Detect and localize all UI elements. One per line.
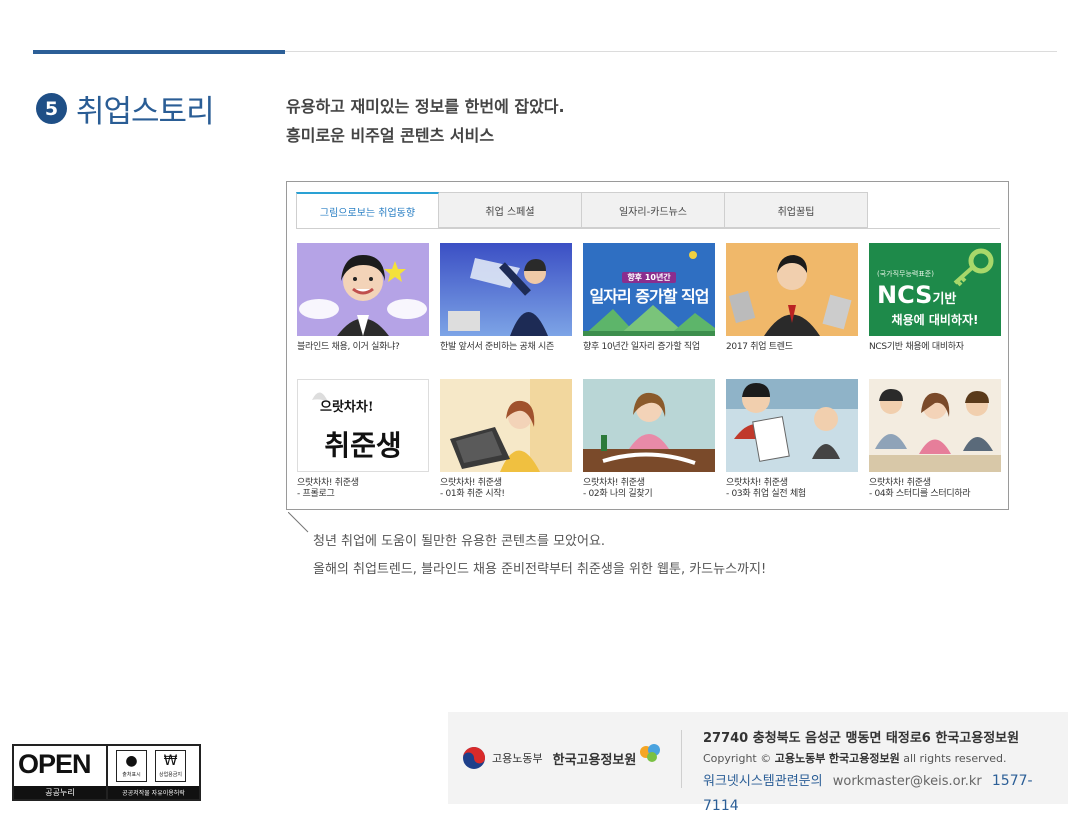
description-text: 청년 취업에 도움이 될만한 유용한 콘텐츠를 모았어요. 올해의 취업트렌드,… — [313, 528, 766, 584]
open-word: OPEN — [18, 749, 92, 779]
content-card[interactable]: (국가직무능력표준) NCS기반 채용에 대비하자! NCS기반 채용에 대비하… — [869, 243, 1001, 369]
open-sub2-label: 공공저작물 자유이용허락 — [108, 786, 199, 799]
tab-card-news[interactable]: 일자리-카드뉴스 — [582, 192, 725, 228]
thumb-top-text: 으랏차차! — [320, 400, 374, 415]
footer-copyright: Copyright © 고용노동부 한국고용정보원 all rights res… — [703, 752, 1007, 765]
card-caption[interactable]: 으랏차차! 취준생 - 01화 취준 시작! — [440, 478, 572, 505]
card-thumbnail[interactable] — [440, 243, 572, 336]
ministry-name: 고용노동부 — [492, 752, 543, 765]
content-card[interactable]: 으랏차차! 취준생 - 04화 스터디를 스터디하라 — [869, 379, 1001, 505]
contact-label: 워크넷시스템관련문의 — [703, 774, 823, 789]
thumb-title: 일자리 증가할 직업 — [589, 287, 710, 306]
section-divider-accent — [33, 50, 285, 54]
content-card[interactable]: 한발 앞서서 준비하는 공채 시즌 — [440, 243, 572, 369]
content-card[interactable]: 으랏차차! 취준생 - 01화 취준 시작! — [440, 379, 572, 505]
illustration-businessman-icon — [448, 258, 548, 336]
content-panel: 그림으로보는 취업동향 취업 스페셜 일자리-카드뉴스 취업꿀팁 블라인드 채용… — [286, 181, 1009, 510]
intro-line-1: 유용하고 재미있는 정보를 한번에 잡았다. — [286, 97, 565, 116]
attribution-icon: ● 출처표시 — [116, 750, 147, 782]
taegeuk-icon — [463, 747, 485, 769]
footer-info: 27740 충청북도 음성군 맹동면 태정로6 한국고용정보원 Copyrigh… — [703, 729, 1068, 819]
open-sub-label: 공공누리 — [14, 786, 106, 799]
description-line-2: 올해의 취업트렌드, 블라인드 채용 준비전략부터 취준생을 위한 웹툰, 카드… — [313, 562, 767, 577]
card-caption[interactable]: 으랏차차! 취준생 - 프롤로그 — [297, 478, 429, 505]
tab-bar: 그림으로보는 취업동향 취업 스페셜 일자리-카드뉴스 취업꿀팁 — [296, 192, 868, 229]
content-card[interactable]: 으랏차차! 취준생 - 03화 취업 실전 체험 — [726, 379, 858, 505]
org-leaf-icon — [640, 744, 661, 762]
footer-logos[interactable]: 고용노동부 한국고용정보원 — [462, 744, 662, 770]
illustration-study-group-icon — [869, 389, 1001, 472]
tab-underline — [296, 228, 1000, 229]
thumb-badge: 향후 10년간 — [622, 272, 676, 283]
thumb-ncs-heading: NCS기반 — [877, 281, 957, 309]
card-thumbnail[interactable] — [869, 379, 1001, 472]
content-card[interactable]: 으랏차차! 취준생 으랏차차! 취준생 - 프롤로그 — [297, 379, 429, 505]
illustration-girl-laptop-icon — [450, 379, 572, 472]
org-name: 한국고용정보원 — [552, 752, 637, 768]
description-line-1: 청년 취업에 도움이 될만한 유용한 콘텐츠를 모았어요. — [313, 534, 606, 549]
contact-email-link[interactable]: workmaster@keis.or.kr — [833, 774, 982, 789]
intro-line-2: 흥미로운 비주얼 콘텐츠 서비스 — [286, 126, 495, 145]
section-number-badge: 5 — [36, 93, 67, 124]
card-thumbnail[interactable]: 으랏차차! 취준생 — [297, 379, 429, 472]
card-caption[interactable]: 으랏차차! 취준생 - 03화 취업 실전 체험 — [726, 478, 858, 505]
footer-divider — [681, 730, 682, 788]
content-card[interactable]: 으랏차차! 취준생 - 02화 나의 길찾기 — [583, 379, 715, 505]
illustration-interview-icon — [726, 379, 858, 462]
intro-text: 유용하고 재미있는 정보를 한번에 잡았다. 흥미로운 비주얼 콘텐츠 서비스 — [286, 92, 565, 150]
card-thumbnail[interactable] — [726, 243, 858, 336]
card-thumbnail[interactable] — [440, 379, 572, 472]
illustration-woman-wings-icon — [299, 255, 427, 336]
section-heading: 5 취업스토리 — [36, 86, 215, 131]
tab-infographic-trends[interactable]: 그림으로보는 취업동향 — [296, 192, 439, 229]
footer: 고용노동부 한국고용정보원 27740 충청북도 음성군 맹동면 태정로6 한국… — [448, 712, 1068, 814]
non-commercial-icon: ₩ 상업용금지 — [155, 750, 186, 782]
card-caption[interactable]: 으랏차차! 취준생 - 02화 나의 길찾기 — [583, 478, 715, 505]
card-thumbnail[interactable]: (국가직무능력표준) NCS기반 채용에 대비하자! — [869, 243, 1001, 336]
callout-tail-icon — [288, 512, 309, 533]
content-card[interactable]: 블라인드 채용, 이거 실화냐? — [297, 243, 429, 369]
footer-contact: 워크넷시스템관련문의 workmaster@keis.or.kr 1577-71… — [703, 769, 1068, 819]
thumb-small-text: (국가직무능력표준) — [877, 270, 934, 278]
tab-job-tips[interactable]: 취업꿀팁 — [725, 192, 868, 228]
thumb-line2: 채용에 대비하자! — [891, 313, 979, 327]
footer-address: 27740 충청북도 음성군 맹동면 태정로6 한국고용정보원 — [703, 731, 1020, 746]
card-thumbnail[interactable] — [583, 379, 715, 472]
card-thumbnail[interactable]: 향후 10년간 일자리 증가할 직업 — [583, 243, 715, 336]
content-grid: 블라인드 채용, 이거 실화냐? 한발 앞서서 준비하는 공채 시즌 향후 10… — [297, 243, 1001, 505]
card-caption[interactable]: 블라인드 채용, 이거 실화냐? — [297, 342, 429, 369]
card-caption[interactable]: NCS기반 채용에 대비하자 — [869, 342, 1001, 369]
section-title: 취업스토리 — [76, 94, 215, 130]
content-card[interactable]: 2017 취업 트렌드 — [726, 243, 858, 369]
card-caption[interactable]: 향후 10년간 일자리 증가할 직업 — [583, 342, 715, 369]
card-caption[interactable]: 한발 앞서서 준비하는 공채 시즌 — [440, 342, 572, 369]
card-thumbnail[interactable] — [726, 379, 858, 472]
tab-job-special[interactable]: 취업 스페셜 — [439, 192, 582, 228]
illustration-girl-table-icon — [583, 392, 715, 472]
card-thumbnail[interactable] — [297, 243, 429, 336]
open-license-logo[interactable]: OPEN 공공누리 ● 출처표시 ₩ 상업용금지 공공저작물 자유이용허락 — [12, 744, 201, 801]
illustration-man-laptop-icon — [728, 255, 852, 336]
thumb-big-text: 취준생 — [324, 429, 402, 462]
content-card[interactable]: 향후 10년간 일자리 증가할 직업 향후 10년간 일자리 증가할 직업 — [583, 243, 715, 369]
card-caption[interactable]: 으랏차차! 취준생 - 04화 스터디를 스터디하라 — [869, 478, 1001, 505]
card-caption[interactable]: 2017 취업 트렌드 — [726, 342, 858, 369]
